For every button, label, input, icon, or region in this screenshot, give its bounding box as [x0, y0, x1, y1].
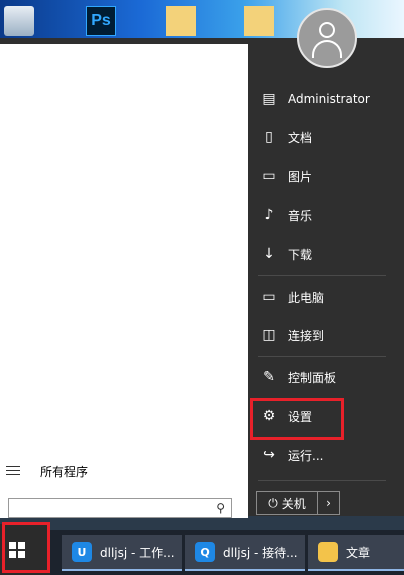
- all-programs-label: 所有程序: [40, 464, 89, 479]
- folder-icon[interactable]: [244, 6, 274, 36]
- search-icon[interactable]: ⚲: [216, 501, 225, 515]
- menu-item-label: 连接到: [288, 328, 325, 343]
- menu-item-label: 运行...: [288, 448, 324, 463]
- run-icon: ↪: [263, 447, 275, 463]
- menu-item-downloads[interactable]: ↓ 下载: [256, 239, 396, 269]
- task-label: 文章: [346, 545, 371, 560]
- settings-highlight-box: [250, 398, 344, 440]
- search-input[interactable]: [9, 499, 213, 517]
- app-q-icon: Q: [195, 542, 215, 562]
- folder-icon[interactable]: [166, 6, 196, 36]
- folder-icon: [318, 542, 338, 562]
- power-icon: ⏻: [268, 495, 278, 510]
- menu-item-label: 控制面板: [288, 370, 337, 385]
- taskbar-app-folder[interactable]: 文章: [308, 535, 404, 571]
- list-icon: [6, 464, 22, 478]
- search-box[interactable]: ⚲: [8, 498, 232, 518]
- task-label: dlljsj - 接待...: [223, 545, 298, 560]
- menu-divider: [258, 275, 386, 276]
- taskbar-app-reception[interactable]: Q dlljsj - 接待...: [185, 535, 305, 571]
- taskbar: U dlljsj - 工作... Q dlljsj - 接待... 文章: [0, 522, 404, 575]
- task-label: dlljsj - 工作...: [100, 545, 175, 560]
- photoshop-icon[interactable]: Ps: [86, 6, 116, 36]
- menu-item-pictures[interactable]: ▭ 图片: [256, 161, 396, 191]
- menu-item-control-panel[interactable]: ✎ 控制面板: [256, 362, 396, 392]
- user-body-shape: [312, 40, 342, 58]
- menu-item-label: 文档: [288, 130, 313, 145]
- program-list-pane: 所有程序 ⚲: [0, 44, 248, 518]
- music-icon: ♪: [264, 207, 274, 223]
- computer-icon: ▭: [262, 289, 276, 305]
- menu-item-label: 图片: [288, 169, 313, 184]
- menu-item-run[interactable]: ↪ 运行...: [256, 440, 396, 470]
- user-head-shape: [319, 22, 335, 38]
- control-panel-icon: ✎: [263, 369, 275, 385]
- user-name: Administrator: [288, 92, 370, 106]
- user-document-icon: ▤: [262, 91, 276, 107]
- all-programs-button[interactable]: 所有程序: [6, 458, 242, 484]
- shutdown-label: 关机: [281, 496, 306, 511]
- chevron-right-icon: ›: [326, 496, 331, 510]
- power-controls: ⏻ 关机 ›: [256, 491, 344, 515]
- document-icon: ▯: [265, 129, 273, 145]
- avatar[interactable]: [297, 8, 357, 68]
- menu-divider: [258, 356, 386, 357]
- download-icon: ↓: [263, 246, 275, 262]
- taskbar-app-workbench[interactable]: U dlljsj - 工作...: [62, 535, 182, 571]
- user-account-item[interactable]: ▤ Administrator: [256, 84, 396, 114]
- menu-divider: [258, 480, 386, 481]
- start-menu: 所有程序 ⚲ ▤ Administrator ▯ 文档 ▭ 图片 ♪ 音乐 ↓ …: [0, 8, 404, 518]
- pictures-icon: ▭: [262, 168, 276, 184]
- start-button-highlight-box: [2, 522, 50, 573]
- shutdown-options-button[interactable]: ›: [318, 491, 340, 515]
- app-u-icon: U: [72, 542, 92, 562]
- menu-item-connect[interactable]: ◫ 连接到: [256, 320, 396, 350]
- menu-item-this-pc[interactable]: ▭ 此电脑: [256, 282, 396, 312]
- menu-item-label: 此电脑: [288, 290, 325, 305]
- menu-item-documents[interactable]: ▯ 文档: [256, 122, 396, 152]
- menu-item-music[interactable]: ♪ 音乐: [256, 200, 396, 230]
- recycle-bin-icon[interactable]: [4, 6, 34, 36]
- menu-item-label: 音乐: [288, 208, 313, 223]
- shutdown-button[interactable]: ⏻ 关机: [256, 491, 318, 515]
- connect-icon: ◫: [262, 327, 276, 343]
- menu-item-label: 下载: [288, 247, 313, 262]
